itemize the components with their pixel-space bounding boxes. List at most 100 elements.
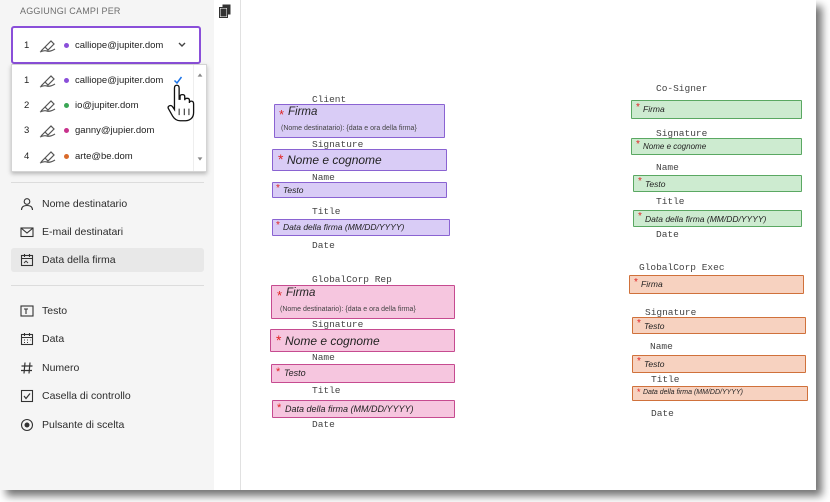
menu-numero[interactable]: Numero [20, 361, 79, 375]
recipient-select[interactable]: 1 calliope@jupiter.dom [11, 26, 201, 64]
field-text: Testo [645, 179, 666, 189]
signature-pen-icon [39, 100, 56, 113]
menu-label: Testo [42, 305, 68, 317]
checkbox-icon [20, 389, 34, 403]
field-cosigner-data[interactable]: * Data della firma (MM/DD/YYYY) [633, 210, 802, 227]
field-client-data[interactable]: * Data della firma (MM/DD/YYYY) [272, 219, 450, 236]
menu-label: Nome destinatario [42, 198, 128, 210]
calendar-icon [20, 333, 34, 346]
scroll-up-icon[interactable] [196, 71, 204, 79]
signature-pen-icon [39, 151, 56, 164]
heading-cosigner: Co-Signer [656, 83, 708, 94]
field-client-firma[interactable]: * Firma (Nome destinatario): {data e ora… [274, 104, 445, 138]
field-cosigner-firma[interactable]: * Firma [631, 100, 802, 119]
hash-icon [21, 362, 33, 374]
menu-label: Casella di controllo [42, 390, 131, 402]
menu-label: Data della firma [42, 254, 116, 266]
sidebar-title: AGGIUNGI CAMPI PER [20, 6, 121, 16]
option-email: io@jupiter.dom [75, 99, 139, 111]
field-cosigner-nome[interactable]: * Nome e cognome [631, 138, 802, 155]
calendar-signature-icon [20, 254, 34, 267]
option-email: ganny@jupier.dom [75, 124, 155, 136]
field-subtext: (Nome destinatario): {data e ora della f… [281, 125, 417, 132]
label-title: Title [312, 206, 341, 217]
menu-data-della-firma[interactable]: Data della firma [20, 253, 116, 267]
option-email: arte@be.dom [75, 150, 133, 162]
signature-pen-icon [39, 40, 56, 53]
field-text: Data della firma (MM/DD/YYYY) [645, 214, 767, 224]
option-number: 2 [24, 99, 30, 111]
menu-pulsante-di-scelta[interactable]: Pulsante di scelta [20, 418, 124, 432]
field-rep-nome[interactable]: * Nome e cognome [270, 329, 455, 352]
label-date: Date [312, 240, 335, 251]
label-date: Date [651, 408, 674, 419]
menu-label: E-mail destinatari [42, 226, 124, 238]
menu-label: Data [42, 333, 65, 345]
field-text: Testo [644, 359, 665, 369]
recipient-color-dot [64, 102, 69, 108]
field-text: Firma [286, 287, 316, 299]
recipient-option-3[interactable]: 3 ganny@jupier.dom [24, 122, 154, 138]
heading-globalcorp-rep: GlobalCorp Rep [312, 274, 392, 285]
recipient-option-4[interactable]: 4 arte@be.dom [24, 148, 133, 164]
label-date: Date [312, 419, 335, 430]
copy-icon[interactable] [219, 4, 231, 18]
recipient-color-dot [64, 77, 69, 83]
field-text: Data della firma (MM/DD/YYYY) [285, 404, 414, 414]
field-exec-testo[interactable]: * Testo [632, 355, 806, 373]
recipient-color-dot [64, 153, 69, 159]
menu-testo[interactable]: Testo [20, 304, 67, 318]
field-client-testo[interactable]: * Testo [272, 182, 447, 198]
field-rep-testo[interactable]: * Testo [271, 364, 455, 383]
field-cosigner-testo[interactable]: * Testo [633, 175, 802, 192]
scroll-down-icon[interactable] [196, 155, 204, 163]
label-title: Title [312, 385, 341, 396]
field-rep-data[interactable]: * Data della firma (MM/DD/YYYY) [272, 400, 455, 418]
field-subtext: (Nome destinatario): {data e ora della f… [280, 306, 416, 313]
field-text: Nome e cognome [285, 334, 380, 348]
field-text: Nome e cognome [287, 153, 382, 167]
field-text: Firma [643, 104, 665, 114]
divider [11, 182, 204, 183]
menu-label: Numero [42, 362, 80, 374]
label-title: Title [651, 374, 680, 385]
field-text: Testo [644, 321, 665, 331]
field-text: Data della firma (MM/DD/YYYY) [283, 222, 405, 232]
label-date: Date [656, 229, 679, 240]
option-number: 4 [24, 150, 30, 162]
option-number: 1 [24, 74, 30, 86]
field-exec-nome[interactable]: * Testo [632, 317, 806, 334]
person-icon [20, 198, 34, 211]
sidebar: AGGIUNGI CAMPI PER 1 calliope@jupiter.do… [0, 0, 214, 490]
option-number: 3 [24, 124, 30, 136]
field-text: Firma [288, 106, 318, 118]
recipient-color-dot [64, 42, 69, 48]
menu-email-destinatari[interactable]: E-mail destinatari [20, 225, 123, 239]
heading-globalcorp-exec: GlobalCorp Exec [639, 262, 725, 273]
text-field-icon [20, 305, 34, 317]
signature-pen-icon [39, 125, 56, 138]
field-exec-data[interactable]: * Data della firma (MM/DD/YYYY) [632, 386, 808, 401]
panel-gutter [214, 0, 241, 490]
field-client-nome[interactable]: * Nome e cognome [272, 149, 447, 171]
label-name: Name [312, 352, 335, 363]
recipient-email: calliope@jupiter.dom [75, 39, 164, 51]
field-text: Testo [283, 185, 304, 195]
menu-nome-destinatario[interactable]: Nome destinatario [20, 197, 127, 211]
chevron-down-icon[interactable] [177, 40, 187, 50]
recipient-option-2[interactable]: 2 io@jupiter.dom [24, 97, 139, 113]
option-email: calliope@jupiter.dom [75, 74, 164, 86]
menu-casella-di-controllo[interactable]: Casella di controllo [20, 389, 131, 403]
divider [11, 285, 204, 286]
recipient-color-dot [64, 127, 69, 133]
label-title: Title [656, 196, 685, 207]
field-text: Data della firma (MM/DD/YYYY) [643, 389, 743, 396]
recipient-number: 1 [24, 39, 30, 51]
radio-button-icon [20, 418, 34, 432]
menu-data[interactable]: Data [20, 332, 64, 346]
field-text: Firma [641, 279, 663, 289]
recipient-option-1[interactable]: 1 calliope@jupiter.dom [24, 72, 183, 88]
field-rep-firma[interactable]: * Firma (Nome destinatario): {data e ora… [271, 285, 455, 319]
field-exec-firma[interactable]: * Firma [629, 275, 804, 294]
envelope-icon [20, 227, 34, 238]
